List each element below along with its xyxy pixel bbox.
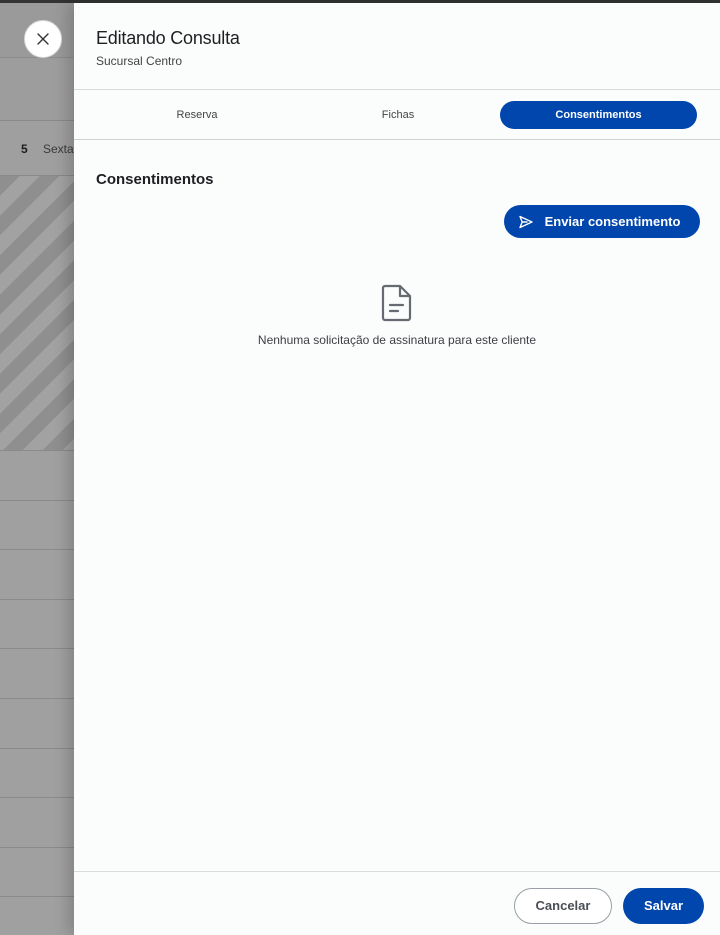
send-icon [518, 215, 533, 228]
tab-reserva[interactable]: Reserva [100, 101, 294, 129]
page: 5 Sexta Editando Consulta Sucursal Centr… [0, 0, 720, 935]
tab-consentimentos[interactable]: Consentimentos [500, 101, 697, 129]
tab-bar: Reserva Fichas Consentimentos [74, 101, 720, 129]
drawer-title: Editando Consulta [96, 28, 240, 48]
document-icon [381, 284, 412, 322]
close-icon [37, 33, 49, 45]
time-slot [0, 649, 74, 699]
time-slot [0, 550, 74, 600]
time-slot [0, 599, 74, 650]
send-consent-button[interactable]: Enviar consentimento [504, 205, 700, 238]
background-calendar: 5 Sexta [0, 3, 74, 935]
calendar-header [0, 57, 74, 121]
edit-appointment-drawer: Editando Consulta Sucursal Centro Reserv… [74, 3, 720, 935]
footer-divider [74, 871, 720, 872]
divider [74, 89, 720, 90]
tab-fichas[interactable]: Fichas [300, 101, 496, 129]
empty-state-message: Nenhuma solicitação de assinatura para e… [257, 333, 537, 347]
time-slot [0, 748, 74, 799]
blocked-slots [0, 176, 74, 451]
drawer-subtitle: Sucursal Centro [96, 54, 183, 68]
time-slot [0, 699, 74, 749]
section-title: Consentimentos [96, 171, 214, 188]
save-button[interactable]: Salvar [623, 888, 704, 924]
send-consent-label: Enviar consentimento [544, 214, 681, 229]
time-slot [0, 500, 74, 551]
divider [74, 139, 720, 140]
calendar-day-row: 5 Sexta [0, 121, 74, 176]
cancel-button[interactable]: Cancelar [514, 888, 612, 924]
close-button[interactable] [24, 20, 62, 58]
day-name: Sexta [43, 142, 74, 156]
day-number: 5 [21, 142, 28, 156]
time-slot [0, 451, 74, 501]
time-slot [0, 847, 74, 898]
time-slot [0, 897, 74, 935]
time-slot [0, 798, 74, 848]
